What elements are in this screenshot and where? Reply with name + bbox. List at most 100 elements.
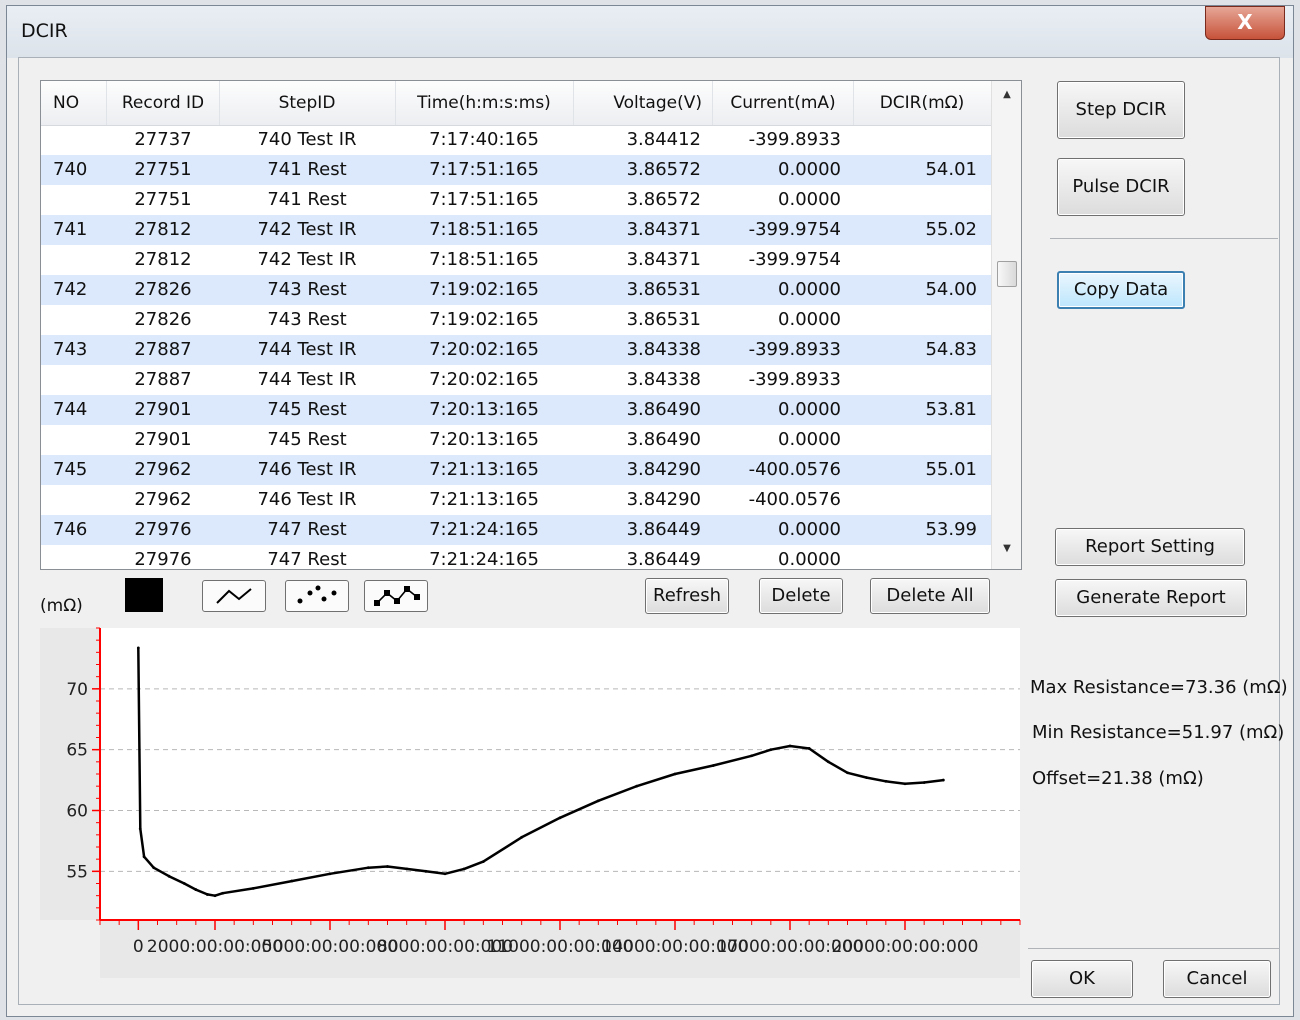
table-row[interactable]: 27751 741 Rest 7:17:51:165 3.86572 0.0000 [41,185,991,215]
generate-report-button[interactable]: Generate Report [1055,579,1247,617]
line-scatter-mode-button[interactable] [364,580,428,612]
cell-no [53,425,107,455]
cell-record-id: 27962 [134,489,192,510]
table-row[interactable]: 743 27887 744 Test IR 7:20:02:165 3.84338 -39… [41,335,991,365]
cell-dcir [853,245,977,275]
cell-time: 7:17:51:165 [429,189,539,210]
title-bar: DCIR X [7,6,1293,58]
dcir-data-table[interactable]: NO Record ID StepID Time(h:m:s:ms) Volta… [40,80,1022,570]
table-row[interactable]: 27962 746 Test IR 7:21:13:165 3.84290 -400.0… [41,485,991,515]
cell-current: -399.8933 [748,339,841,360]
offset-label: Offset=21.38 (mΩ) [1032,768,1204,789]
cell-step-id: 745 Rest [267,399,347,420]
y-axis-unit-label: (mΩ) [40,596,83,616]
table-row[interactable]: 27826 743 Rest 7:19:02:165 3.86531 0.0000 [41,305,991,335]
close-button[interactable]: X [1205,6,1285,40]
cell-current: -399.9754 [748,219,841,240]
cell-step-id: 746 Test IR [257,459,357,480]
column-header-record-id[interactable]: Record ID [107,81,220,125]
plot-color-swatch[interactable] [125,578,163,612]
table-row[interactable]: 27901 745 Rest 7:20:13:165 3.86490 0.0000 [41,425,991,455]
column-header-step-id[interactable]: StepID [219,81,396,125]
table-row[interactable]: 27812 742 Test IR 7:18:51:165 3.84371 -399.9… [41,245,991,275]
table-row[interactable]: 745 27962 746 Test IR 7:21:13:165 3.84290 -40… [41,455,991,485]
cell-dcir [853,185,977,215]
cell-voltage: 3.84371 [626,249,701,270]
cell-time: 7:20:02:165 [429,339,539,360]
cell-record-id: 27976 [134,549,192,570]
cell-time: 7:21:24:165 [429,549,539,570]
cell-record-id: 27751 [134,189,192,210]
delete-button[interactable]: Delete [759,578,843,614]
cell-step-id: 740 Test IR [257,129,357,150]
cell-voltage: 3.84371 [626,219,701,240]
ok-button[interactable]: OK [1031,960,1133,998]
copy-data-button[interactable]: Copy Data [1057,271,1185,309]
cell-current: -400.0576 [748,459,841,480]
cell-no [53,305,107,335]
cell-step-id: 744 Test IR [257,369,357,390]
column-header-time[interactable]: Time(h:m:s:ms) [395,81,574,125]
report-setting-button[interactable]: Report Setting [1055,528,1245,566]
cell-dcir: 54.01 [925,159,977,180]
cell-dcir [853,485,977,515]
cell-time: 7:19:02:165 [429,309,539,330]
cell-record-id: 27887 [134,369,192,390]
cell-step-id: 743 Rest [267,279,347,300]
table-row[interactable]: 741 27812 742 Test IR 7:18:51:165 3.84371 -39… [41,215,991,245]
table-row[interactable]: 27976 747 Rest 7:21:24:165 3.86449 0.0000 [41,545,991,570]
table-row[interactable]: 740 27751 741 Rest 7:17:51:165 3.86572 0.0000… [41,155,991,185]
cell-current: -400.0576 [748,489,841,510]
cell-current: -399.8933 [748,369,841,390]
scroll-down-arrow-icon[interactable]: ▼ [992,543,1021,554]
cell-time: 7:21:24:165 [429,519,539,540]
column-header-no[interactable]: NO [41,81,107,125]
step-dcir-button[interactable]: Step DCIR [1057,81,1185,139]
column-header-dcir[interactable]: DCIR(mΩ) [853,81,992,125]
cell-step-id: 743 Rest [267,309,347,330]
cell-record-id: 27751 [134,159,192,180]
cell-current: 0.0000 [778,519,841,540]
cell-step-id: 742 Test IR [257,219,357,240]
cell-voltage: 3.86490 [626,399,701,420]
cell-step-id: 745 Rest [267,429,347,450]
scatter-mode-button[interactable] [285,580,349,612]
table-vertical-scrollbar[interactable]: ▲ ▼ [991,81,1021,569]
cell-record-id: 27976 [134,519,192,540]
separator [1050,238,1278,239]
cell-time: 7:17:51:165 [429,159,539,180]
cell-voltage: 3.86572 [626,159,701,180]
cancel-button[interactable]: Cancel [1163,960,1271,998]
scrollbar-thumb[interactable] [997,261,1017,287]
cell-current: -399.9754 [748,249,841,270]
refresh-button[interactable]: Refresh [645,578,729,614]
cell-record-id: 27887 [134,339,192,360]
delete-all-button[interactable]: Delete All [870,578,990,614]
column-header-current[interactable]: Current(mA) [713,81,854,125]
table-header: NO Record ID StepID Time(h:m:s:ms) Volta… [41,81,992,126]
table-row[interactable]: 746 27976 747 Rest 7:21:24:165 3.86449 0.0000… [41,515,991,545]
cell-time: 7:21:13:165 [429,489,539,510]
pulse-dcir-button[interactable]: Pulse DCIR [1057,158,1185,216]
cell-no: 744 [53,399,88,420]
column-header-voltage[interactable]: Voltage(V) [573,81,713,125]
scatter-mode-icon [297,585,337,604]
table-row[interactable]: 744 27901 745 Rest 7:20:13:165 3.86490 0.0000… [41,395,991,425]
cell-voltage: 3.84290 [626,459,701,480]
table-row[interactable]: 27737 740 Test IR 7:17:40:165 3.84412 -399.8… [41,125,991,155]
cell-current: 0.0000 [778,279,841,300]
cell-time: 7:19:02:165 [429,279,539,300]
cell-voltage: 3.86572 [626,189,701,210]
line-mode-button[interactable] [202,580,266,612]
table-body: 27737 740 Test IR 7:17:40:165 3.84412 -399.8… [41,125,991,570]
cell-time: 7:21:13:165 [429,459,539,480]
cell-step-id: 742 Test IR [257,249,357,270]
cell-record-id: 27812 [134,219,192,240]
cell-dcir [853,125,977,155]
cell-voltage: 3.86531 [626,309,701,330]
scroll-up-arrow-icon[interactable]: ▲ [992,89,1021,100]
table-row[interactable]: 742 27826 743 Rest 7:19:02:165 3.86531 0.0000… [41,275,991,305]
cell-no: 743 [53,339,88,360]
cell-current: -399.8933 [748,129,841,150]
table-row[interactable]: 27887 744 Test IR 7:20:02:165 3.84338 -399.8… [41,365,991,395]
